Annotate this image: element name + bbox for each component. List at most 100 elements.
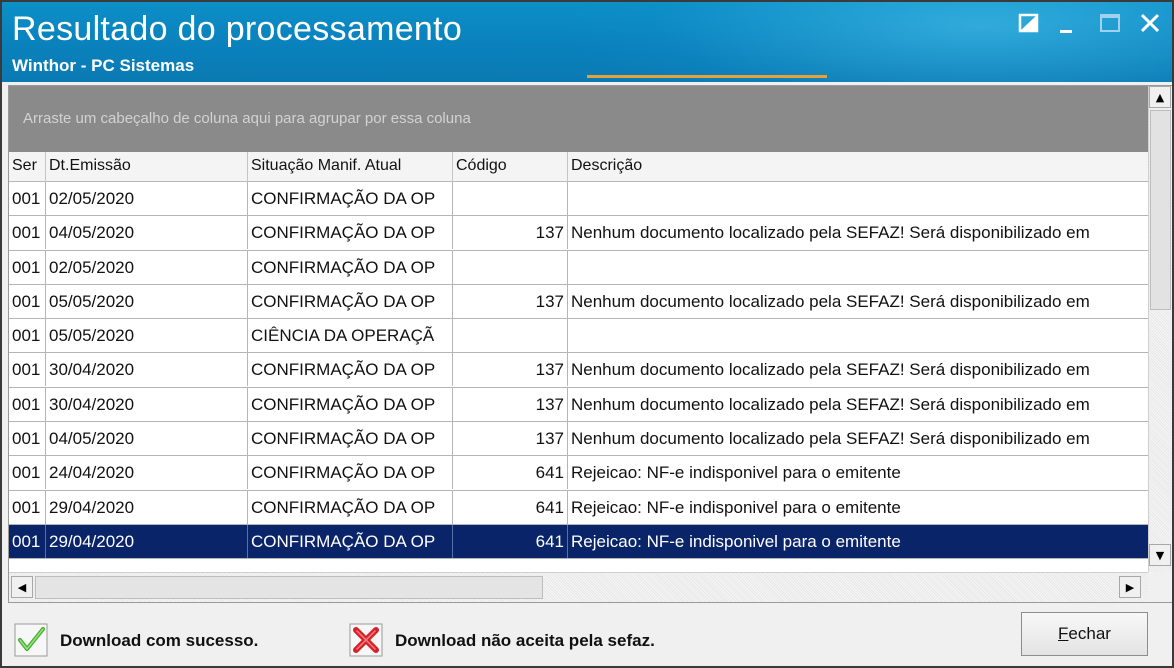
cell-dt-emissao[interactable]: 29/04/2020: [46, 524, 248, 558]
cell-dt-emissao[interactable]: 02/05/2020: [46, 250, 248, 284]
cell-descricao[interactable]: [568, 182, 1148, 215]
cell-descricao[interactable]: Nenhum documento localizado pela SEFAZ! …: [568, 353, 1148, 386]
table-row[interactable]: 001 02/05/2020 CONFIRMAÇÃO DA OP: [9, 250, 1148, 285]
cell-situacao[interactable]: CONFIRMAÇÃO DA OP: [248, 387, 453, 421]
horizontal-scroll-thumb[interactable]: [35, 576, 543, 599]
vertical-scrollbar[interactable]: ▲ ▼: [1148, 86, 1172, 572]
cell-dt-emissao[interactable]: 02/05/2020: [46, 182, 248, 215]
cell-codigo[interactable]: [453, 250, 568, 284]
cell-ser[interactable]: 001: [9, 353, 46, 387]
cell-codigo[interactable]: 641: [453, 490, 568, 524]
cell-situacao[interactable]: CIÊNCIA DA OPERAÇÃ: [248, 319, 453, 353]
arrow-down-icon: ▼: [1155, 548, 1165, 562]
column-header-codigo[interactable]: Código: [453, 152, 568, 182]
cell-codigo[interactable]: 137: [453, 353, 568, 387]
scroll-right-button[interactable]: ▶: [1119, 576, 1141, 598]
window-subtitle: Winthor - PC Sistemas: [12, 56, 195, 75]
column-header-descricao[interactable]: Descrição: [568, 152, 1148, 182]
cell-dt-emissao[interactable]: 04/05/2020: [46, 422, 248, 456]
cell-situacao[interactable]: CONFIRMAÇÃO DA OP: [248, 284, 453, 318]
scroll-left-button[interactable]: ◀: [11, 576, 33, 598]
vertical-scroll-thumb[interactable]: [1150, 110, 1171, 310]
table-row[interactable]: 001 29/04/2020 CONFIRMAÇÃO DA OP 641 Rejeica…: [9, 524, 1148, 560]
cell-descricao[interactable]: [568, 251, 1148, 284]
cell-codigo[interactable]: 641: [453, 456, 568, 490]
cell-dt-emissao[interactable]: 29/04/2020: [46, 490, 248, 524]
fechar-button[interactable]: Fechar: [1021, 612, 1148, 656]
legend-success-label: Download com sucesso.: [60, 631, 259, 650]
cell-codigo[interactable]: 137: [453, 216, 568, 250]
table-row[interactable]: 001 04/05/2020 CONFIRMAÇÃO DA OP 137 Nenhum …: [9, 216, 1148, 251]
cell-descricao[interactable]: Rejeicao: NF-e indisponivel para o emite…: [568, 456, 1148, 489]
table-row[interactable]: 001 02/05/2020 CONFIRMAÇÃO DA OP: [9, 182, 1148, 217]
scroll-up-button[interactable]: ▲: [1149, 86, 1171, 108]
table-row[interactable]: 001 29/04/2020 CONFIRMAÇÃO DA OP 641 Rejeica…: [9, 490, 1148, 525]
cross-icon: [349, 623, 383, 657]
column-header-dt-emissao[interactable]: Dt.Emissão: [46, 152, 248, 182]
close-window-button[interactable]: [1137, 10, 1167, 36]
close-icon: [1140, 13, 1160, 33]
cell-situacao[interactable]: CONFIRMAÇÃO DA OP: [248, 216, 453, 250]
cell-ser[interactable]: 001: [9, 284, 46, 318]
cell-dt-emissao[interactable]: 04/05/2020: [46, 216, 248, 250]
result-window: Resultado do processamento Winthor - PC …: [0, 0, 1174, 668]
cell-descricao[interactable]: Nenhum documento localizado pela SEFAZ! …: [568, 388, 1148, 421]
column-header-situacao[interactable]: Situação Manif. Atual: [248, 152, 453, 182]
cell-codigo[interactable]: [453, 319, 568, 353]
title-bar[interactable]: Resultado do processamento Winthor - PC …: [2, 2, 1172, 82]
table-row[interactable]: 001 05/05/2020 CONFIRMAÇÃO DA OP 137 Nenhum …: [9, 284, 1148, 320]
cell-descricao[interactable]: Nenhum documento localizado pela SEFAZ! …: [568, 422, 1148, 455]
cell-ser[interactable]: 001: [9, 490, 46, 524]
cell-dt-emissao[interactable]: 24/04/2020: [46, 456, 248, 490]
minimize-icon: [1060, 30, 1072, 33]
maximize-button[interactable]: [1097, 10, 1127, 36]
cell-codigo[interactable]: [453, 182, 568, 215]
cell-situacao[interactable]: CONFIRMAÇÃO DA OP: [248, 456, 453, 490]
cell-situacao[interactable]: CONFIRMAÇÃO DA OP: [248, 250, 453, 284]
table-row[interactable]: 001 04/05/2020 CONFIRMAÇÃO DA OP 137 Nenhum …: [9, 422, 1148, 457]
cell-ser[interactable]: 001: [9, 387, 46, 421]
minimize-button[interactable]: [1054, 10, 1084, 36]
cell-situacao[interactable]: CONFIRMAÇÃO DA OP: [248, 422, 453, 456]
cell-ser[interactable]: 001: [9, 422, 46, 456]
grid-header: Ser Dt.Emissão Situação Manif. Atual Cód…: [9, 152, 1148, 182]
cell-codigo[interactable]: 137: [453, 422, 568, 456]
grid-rows: 001 02/05/2020 CONFIRMAÇÃO DA OP 001 04/05/2…: [9, 182, 1148, 560]
arrow-up-icon: ▲: [1155, 90, 1165, 104]
group-by-area[interactable]: Arraste um cabeçalho de coluna aqui para…: [9, 86, 1148, 152]
cell-descricao[interactable]: Rejeicao: NF-e indisponivel para o emite…: [568, 491, 1148, 524]
cell-dt-emissao[interactable]: 30/04/2020: [46, 387, 248, 421]
cell-codigo[interactable]: 641: [453, 524, 568, 558]
table-row[interactable]: 001 30/04/2020 CONFIRMAÇÃO DA OP 137 Nenhum …: [9, 387, 1148, 423]
cell-ser[interactable]: 001: [9, 319, 46, 353]
cell-descricao[interactable]: Nenhum documento localizado pela SEFAZ! …: [568, 216, 1148, 249]
cell-dt-emissao[interactable]: 30/04/2020: [46, 353, 248, 387]
restore-layout-button[interactable]: [1016, 10, 1046, 36]
cell-ser[interactable]: 001: [9, 250, 46, 284]
table-row[interactable]: 001 30/04/2020 CONFIRMAÇÃO DA OP 137 Nenhum …: [9, 353, 1148, 388]
cell-codigo[interactable]: 137: [453, 387, 568, 421]
cell-situacao[interactable]: CONFIRMAÇÃO DA OP: [248, 490, 453, 524]
footer: Download com sucesso. Download não aceit…: [2, 605, 1172, 665]
table-row[interactable]: 001 24/04/2020 CONFIRMAÇÃO DA OP 641 Rejeica…: [9, 456, 1148, 491]
horizontal-scrollbar[interactable]: ◀ ▶: [9, 572, 1148, 602]
cell-dt-emissao[interactable]: 05/05/2020: [46, 284, 248, 318]
column-header-ser[interactable]: Ser: [9, 152, 46, 182]
cell-ser[interactable]: 001: [9, 182, 46, 215]
results-grid[interactable]: Arraste um cabeçalho de coluna aqui para…: [8, 85, 1172, 603]
cell-ser[interactable]: 001: [9, 456, 46, 490]
cell-situacao[interactable]: CONFIRMAÇÃO DA OP: [248, 182, 453, 215]
cell-situacao[interactable]: CONFIRMAÇÃO DA OP: [248, 524, 453, 558]
cell-ser[interactable]: 001: [9, 524, 46, 558]
cell-situacao[interactable]: CONFIRMAÇÃO DA OP: [248, 353, 453, 387]
cell-dt-emissao[interactable]: 05/05/2020: [46, 319, 248, 353]
cell-descricao[interactable]: Nenhum documento localizado pela SEFAZ! …: [568, 285, 1148, 318]
resize-icon: [1018, 13, 1039, 33]
scroll-down-button[interactable]: ▼: [1149, 544, 1171, 566]
cell-ser[interactable]: 001: [9, 216, 46, 250]
table-row[interactable]: 001 05/05/2020 CIÊNCIA DA OPERAÇÃ: [9, 319, 1148, 354]
cell-descricao[interactable]: [568, 319, 1148, 352]
arrow-right-icon: ▶: [1125, 580, 1135, 594]
cell-codigo[interactable]: 137: [453, 284, 568, 318]
cell-descricao[interactable]: Rejeicao: NF-e indisponivel para o emite…: [568, 525, 1148, 558]
